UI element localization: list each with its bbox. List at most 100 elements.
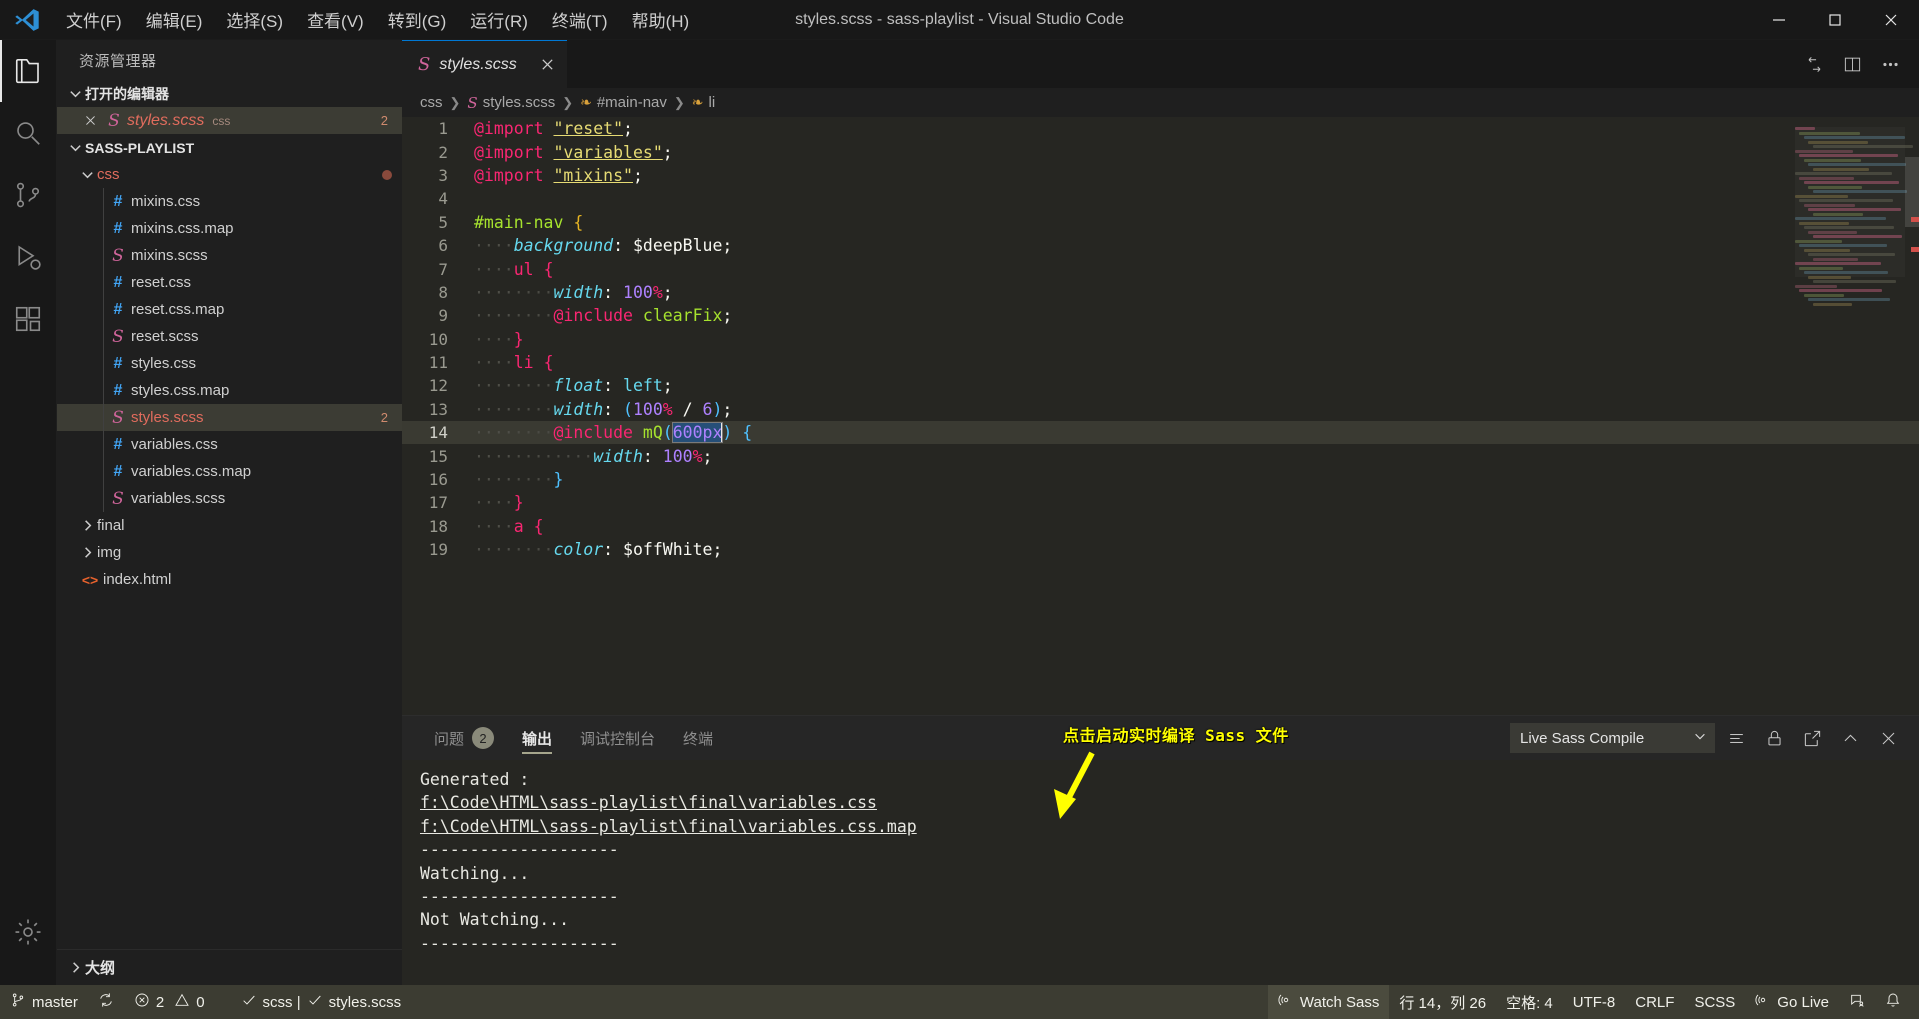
close-icon[interactable]: [540, 57, 555, 72]
minimap[interactable]: [1795, 127, 1913, 307]
extensions-icon[interactable]: [0, 288, 57, 350]
tab-output[interactable]: 输出: [508, 716, 566, 760]
minimize-icon[interactable]: [1751, 0, 1807, 39]
status-problems[interactable]: 2 0: [124, 985, 215, 1019]
menu-file[interactable]: 文件(F): [54, 0, 134, 39]
output-link[interactable]: f:\Code\HTML\sass-playlist\final\variabl…: [420, 815, 1919, 838]
code-line[interactable]: 17 ····}: [402, 491, 1919, 514]
open-editor-styles-scss[interactable]: S styles.scss css 2: [57, 107, 402, 134]
menu-run[interactable]: 运行(R): [458, 0, 540, 39]
code-line[interactable]: 9 ········@include clearFix;: [402, 304, 1919, 327]
code-line[interactable]: 4: [402, 187, 1919, 210]
file-reset-css[interactable]: # reset.css: [57, 269, 402, 296]
menu-terminal[interactable]: 终端(T): [540, 0, 620, 39]
folder-img[interactable]: img: [57, 539, 402, 566]
status-notifications[interactable]: [1875, 985, 1919, 1019]
split-editor-icon[interactable]: [1835, 47, 1869, 81]
folder-final[interactable]: final: [57, 512, 402, 539]
line-number: 7: [438, 259, 448, 279]
tab-styles-scss[interactable]: S styles.scss: [402, 40, 567, 88]
code-line[interactable]: 1 @import "reset";: [402, 117, 1919, 140]
menu-go[interactable]: 转到(G): [376, 0, 459, 39]
status-feedback[interactable]: [1839, 985, 1875, 1019]
output-link[interactable]: f:\Code\HTML\sass-playlist\final\variabl…: [420, 791, 1919, 814]
lock-icon[interactable]: [1757, 721, 1791, 755]
code-line[interactable]: 7 ····ul {: [402, 257, 1919, 280]
tab-debug-console[interactable]: 调试控制台: [566, 716, 669, 760]
breadcrumb-item-main-nav[interactable]: #main-nav: [597, 94, 667, 111]
tab-problems[interactable]: 问题 2: [420, 716, 508, 760]
file-variables-css-map[interactable]: # variables.css.map: [57, 458, 402, 485]
close-icon[interactable]: [79, 114, 101, 127]
status-cursor-position[interactable]: 行 14，列 26: [1389, 985, 1496, 1019]
code-line[interactable]: 2 @import "variables";: [402, 140, 1919, 163]
menu-view[interactable]: 查看(V): [295, 0, 376, 39]
output-channel-select[interactable]: Live Sass Compile: [1510, 723, 1715, 753]
status-branch[interactable]: master: [0, 985, 88, 1019]
code-line[interactable]: 13 ········width: (100% / 6);: [402, 398, 1919, 421]
menu-selection[interactable]: 选择(S): [214, 0, 295, 39]
file-styles-scss[interactable]: Sstyles.scss 2: [57, 404, 402, 431]
code-token: "reset": [553, 119, 624, 139]
section-outline[interactable]: 大纲: [57, 949, 402, 985]
code-token: width: [553, 399, 604, 419]
status-eol[interactable]: CRLF: [1625, 985, 1684, 1019]
tab-terminal[interactable]: 终端: [669, 716, 727, 760]
code-editor[interactable]: 1 @import "reset"; 2 @import "variables"; 3 @…: [402, 117, 1919, 715]
file-reset-css-map[interactable]: # reset.css.map: [57, 296, 402, 323]
folder-css[interactable]: css: [57, 161, 402, 188]
more-actions-icon[interactable]: [1873, 47, 1907, 81]
code-line[interactable]: 5 #main-nav {: [402, 211, 1919, 234]
code-line[interactable]: 10 ····}: [402, 328, 1919, 351]
file-styles-css-map[interactable]: # styles.css.map: [57, 377, 402, 404]
menu-edit[interactable]: 编辑(E): [134, 0, 215, 39]
code-line[interactable]: 12 ········float: left;: [402, 374, 1919, 397]
status-indentation[interactable]: 空格: 4: [1496, 985, 1563, 1019]
search-icon[interactable]: [0, 102, 57, 164]
breadcrumb-item-file[interactable]: styles.scss: [483, 94, 556, 111]
maximize-icon[interactable]: [1807, 0, 1863, 39]
code-line[interactable]: 11 ····li {: [402, 351, 1919, 374]
file-styles-css[interactable]: # styles.css: [57, 350, 402, 377]
status-language-mode[interactable]: SCSS: [1684, 985, 1745, 1019]
file-variables-scss[interactable]: Svariables.scss: [57, 485, 402, 512]
status-go-live[interactable]: Go Live: [1745, 985, 1839, 1019]
code-line[interactable]: 14 ········@include mQ(600px) {: [402, 421, 1919, 445]
output-content[interactable]: Generated : f:\Code\HTML\sass-playlist\fi…: [402, 760, 1919, 985]
code-line[interactable]: 15 ············width: 100%;: [402, 444, 1919, 467]
code-line-text: ····a {: [474, 516, 544, 536]
source-control-icon[interactable]: [0, 164, 57, 226]
file-reset-scss[interactable]: Sreset.scss: [57, 323, 402, 350]
file-mixins-css[interactable]: # mixins.css: [57, 188, 402, 215]
code-line[interactable]: 6 ····background: $deepBlue;: [402, 234, 1919, 257]
code-line[interactable]: 8 ········width: 100%;: [402, 281, 1919, 304]
settings-gear-icon[interactable]: [0, 901, 57, 963]
section-open-editors[interactable]: 打开的编辑器: [57, 80, 402, 107]
status-scss[interactable]: scss | styles.scss: [231, 985, 412, 1019]
code-line[interactable]: 19 ········color: $offWhite;: [402, 538, 1919, 561]
code-line[interactable]: 16 ········}: [402, 468, 1919, 491]
maximize-panel-icon[interactable]: [1833, 721, 1867, 755]
split-compare-icon[interactable]: [1797, 47, 1831, 81]
run-debug-icon[interactable]: [0, 226, 57, 288]
code-line[interactable]: 3 @import "mixins";: [402, 164, 1919, 187]
file-index-html[interactable]: <> index.html: [57, 566, 402, 593]
status-sync[interactable]: [88, 985, 124, 1019]
status-watch-sass[interactable]: Watch Sass: [1267, 985, 1390, 1019]
editor-scrollbar-vertical[interactable]: [1905, 117, 1919, 715]
close-icon[interactable]: [1863, 0, 1919, 39]
open-editor-icon[interactable]: [1795, 721, 1829, 755]
explorer-icon[interactable]: [0, 40, 57, 102]
status-encoding[interactable]: UTF-8: [1563, 985, 1626, 1019]
section-project[interactable]: SASS-PLAYLIST: [57, 134, 402, 161]
line-number: 17: [428, 493, 448, 513]
breadcrumb-item-li[interactable]: li: [709, 94, 716, 111]
menu-help[interactable]: 帮助(H): [620, 0, 702, 39]
breadcrumb-item-css[interactable]: css: [420, 94, 443, 111]
file-mixins-scss[interactable]: Smixins.scss: [57, 242, 402, 269]
file-variables-css[interactable]: # variables.css: [57, 431, 402, 458]
code-line[interactable]: 18 ····a {: [402, 515, 1919, 538]
file-mixins-css-map[interactable]: # mixins.css.map: [57, 215, 402, 242]
clear-output-icon[interactable]: [1719, 721, 1753, 755]
close-panel-icon[interactable]: [1871, 721, 1905, 755]
